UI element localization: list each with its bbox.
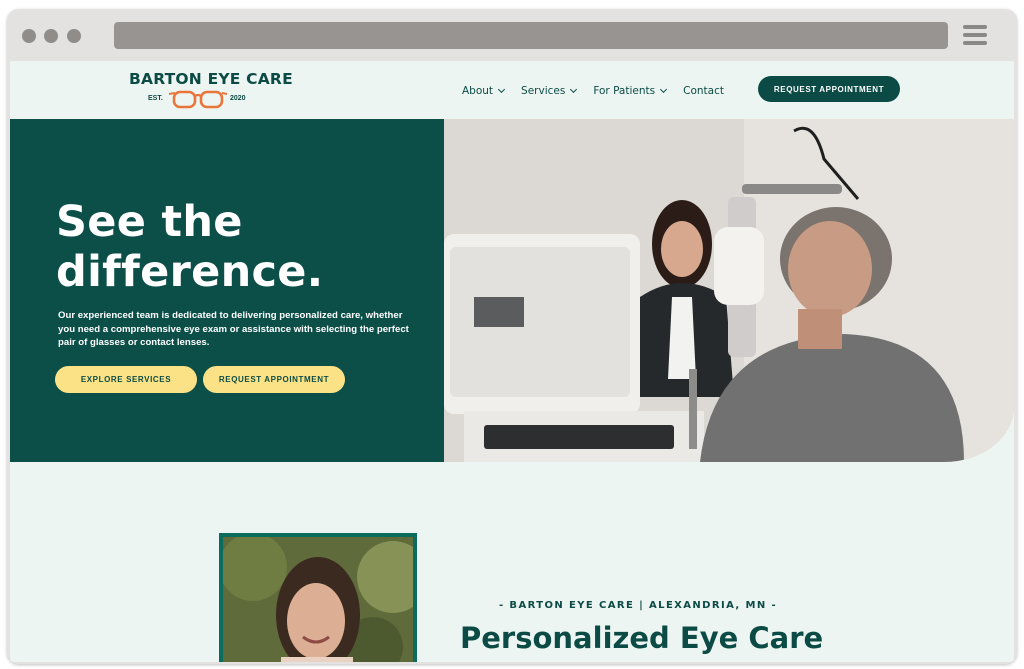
nav-services[interactable]: Services: [521, 85, 578, 97]
hamburger-icon[interactable]: [963, 25, 987, 47]
chevron-down-icon: [570, 85, 578, 94]
hero-section: See the difference. Our experienced team…: [10, 119, 1014, 462]
hero-title-line1: See the: [56, 197, 243, 247]
section-title: Personalized Eye Care: [460, 621, 824, 655]
nav-about[interactable]: About: [462, 85, 506, 97]
request-appointment-button[interactable]: REQUEST APPOINTMENT: [758, 76, 900, 102]
doctor-portrait-frame: [219, 533, 417, 662]
logo[interactable]: BARTON EYE CARE EST. 2020: [127, 69, 293, 111]
section-tagline: - BARTON EYE CARE | ALEXANDRIA, MN -: [499, 600, 778, 611]
minimize-dot[interactable]: [44, 29, 58, 43]
nav-contact[interactable]: Contact: [683, 85, 724, 97]
address-bar[interactable]: [114, 22, 948, 49]
hero-title: See the difference.: [56, 197, 323, 297]
hero-description: Our experienced team is dedicated to del…: [58, 310, 409, 348]
hero-photo: [444, 119, 1014, 462]
hero-request-appointment-button[interactable]: REQUEST APPOINTMENT: [203, 366, 345, 393]
logo-est: EST.: [148, 95, 163, 102]
nav-for-patients[interactable]: For Patients: [593, 85, 668, 97]
nav-services-label: Services: [521, 85, 566, 97]
browser-chrome: [7, 9, 1017, 61]
eye-exam-photo: [444, 119, 1014, 462]
page-viewport: BARTON EYE CARE EST. 2020 About Services…: [10, 61, 1014, 662]
hero-panel: See the difference. Our experienced team…: [10, 119, 444, 462]
glasses-icon: [168, 90, 228, 109]
browser-window: BARTON EYE CARE EST. 2020 About Services…: [7, 9, 1017, 664]
logo-year: 2020: [230, 95, 246, 102]
doctor-portrait-photo: [223, 537, 413, 662]
site-header: BARTON EYE CARE EST. 2020 About Services…: [10, 61, 1014, 119]
nav-for-patients-label: For Patients: [593, 85, 656, 97]
zoom-dot[interactable]: [67, 29, 81, 43]
chevron-down-icon: [498, 85, 506, 94]
chevron-down-icon: [660, 85, 668, 94]
nav-about-label: About: [462, 85, 494, 97]
logo-name: BARTON EYE CARE: [129, 70, 293, 88]
hero-title-line2: difference.: [56, 247, 324, 297]
close-dot[interactable]: [22, 29, 36, 43]
explore-services-button[interactable]: EXPLORE SERVICES: [55, 366, 197, 393]
main-nav: About Services For Patients Contact: [462, 83, 741, 99]
nav-contact-label: Contact: [683, 85, 724, 97]
